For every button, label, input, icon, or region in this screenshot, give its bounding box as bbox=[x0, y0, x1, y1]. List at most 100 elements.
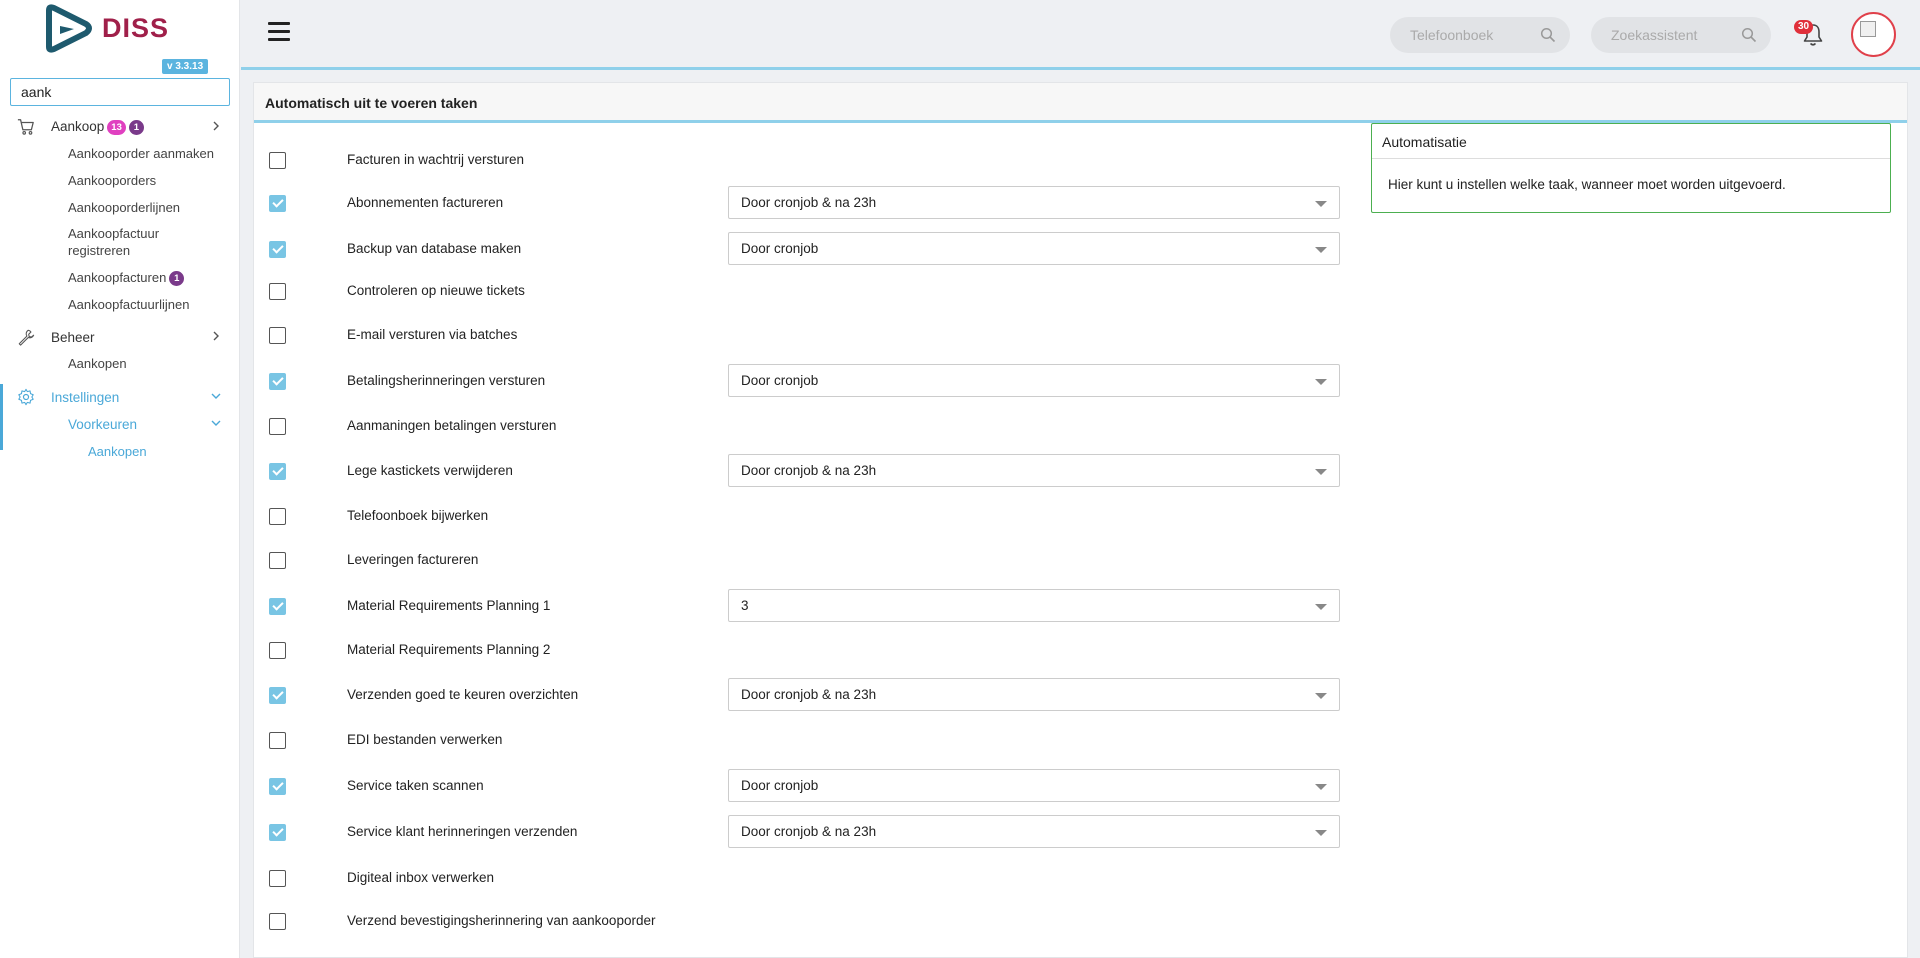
task-row: Lege kastickets verwijderen Door cronjob … bbox=[254, 453, 1354, 489]
menu-item-instellingen[interactable]: Instellingen bbox=[0, 384, 240, 410]
task-checkbox[interactable] bbox=[269, 327, 286, 344]
task-checkbox[interactable] bbox=[269, 913, 286, 930]
schedule-select[interactable]: 3 bbox=[728, 589, 1340, 622]
sidebar-item-aankoopfactuurlijnen[interactable]: Aankoopfactuurlijnen bbox=[68, 296, 189, 313]
schedule-select[interactable]: Door cronjob bbox=[728, 364, 1340, 397]
hamburger-menu-icon[interactable] bbox=[268, 22, 290, 42]
task-row: Material Requirements Planning 1 3 bbox=[254, 588, 1354, 624]
dropdown-arrow-icon bbox=[1315, 247, 1327, 253]
task-checkbox[interactable] bbox=[269, 463, 286, 480]
cart-icon bbox=[17, 119, 34, 135]
sidebar-item-aankoopfacturen[interactable]: Aankoopfacturen 1 bbox=[68, 269, 185, 287]
task-row: Digiteal inbox verwerken bbox=[254, 860, 1354, 896]
avatar[interactable] bbox=[1851, 12, 1896, 57]
schedule-select-value: Door cronjob bbox=[741, 778, 819, 793]
task-checkbox[interactable] bbox=[269, 373, 286, 390]
task-checkbox[interactable] bbox=[269, 870, 286, 887]
task-checkbox[interactable] bbox=[269, 241, 286, 258]
schedule-select-value: Door cronjob & na 23h bbox=[741, 195, 877, 210]
aankoop-label: Aankoop bbox=[51, 119, 105, 135]
dropdown-arrow-icon bbox=[1315, 379, 1327, 385]
task-checkbox[interactable] bbox=[269, 508, 286, 525]
schedule-select-value: Door cronjob bbox=[741, 241, 819, 256]
schedule-select[interactable]: Door cronjob & na 23h bbox=[728, 454, 1340, 487]
task-label: Aanmaningen betalingen versturen bbox=[347, 418, 557, 433]
assistant-search[interactable] bbox=[1591, 17, 1771, 53]
sidebar-item-aankooporderlijnen[interactable]: Aankooporderlijnen bbox=[68, 199, 180, 216]
sidebar-item-voorkeuren[interactable]: Voorkeuren bbox=[17, 411, 240, 437]
phonebook-search[interactable] bbox=[1390, 17, 1570, 53]
beheer-label: Beheer bbox=[51, 329, 95, 345]
task-label: Verzenden goed te keuren overzichten bbox=[347, 687, 579, 702]
schedule-select[interactable]: Door cronjob & na 23h bbox=[728, 815, 1340, 848]
chevron-down-icon bbox=[211, 420, 221, 426]
menu-item-label: Aankoop 13 1 bbox=[51, 119, 144, 135]
task-checkbox[interactable] bbox=[269, 152, 286, 169]
task-checkbox[interactable] bbox=[269, 552, 286, 569]
task-label: Lege kastickets verwijderen bbox=[347, 463, 513, 478]
sidebar-item-label: Aankoopfacturen bbox=[68, 270, 167, 285]
menu-item-aankoop[interactable]: Aankoop 13 1 bbox=[0, 114, 240, 140]
sidebar-item-beheer-aankopen[interactable]: Aankopen bbox=[68, 355, 127, 372]
task-row: Service klant herinneringen verzenden Doo… bbox=[254, 814, 1354, 850]
schedule-select[interactable]: Door cronjob & na 23h bbox=[728, 678, 1340, 711]
task-row: EDI bestanden verwerken bbox=[254, 722, 1354, 758]
assistant-search-input[interactable] bbox=[1611, 27, 1741, 43]
schedule-select[interactable]: Door cronjob & na 23h bbox=[728, 186, 1340, 219]
info-text: Hier kunt u instellen welke taak, wannee… bbox=[1388, 177, 1786, 192]
sidebar-search-input[interactable] bbox=[10, 78, 230, 106]
chevron-right-icon bbox=[213, 331, 219, 341]
sidebar-item-voorkeuren-aankopen[interactable]: Aankopen bbox=[88, 443, 147, 460]
chevron-right-icon bbox=[213, 121, 219, 131]
task-checkbox[interactable] bbox=[269, 778, 286, 795]
menu-item-beheer[interactable]: Beheer bbox=[0, 324, 240, 350]
task-label: Service taken scannen bbox=[347, 778, 484, 793]
task-row: Facturen in wachtrij versturen bbox=[254, 142, 1354, 178]
dropdown-arrow-icon bbox=[1315, 784, 1327, 790]
count-badge: 13 bbox=[107, 119, 126, 135]
schedule-select-value: Door cronjob & na 23h bbox=[741, 687, 877, 702]
sidebar-item-aankoopfactuur-registreren[interactable]: Aankoopfactuur registreren bbox=[68, 225, 188, 259]
info-title: Automatisatie bbox=[1372, 124, 1890, 159]
task-row: Verzenden goed te keuren overzichten Door… bbox=[254, 677, 1354, 713]
task-label: E-mail versturen via batches bbox=[347, 327, 518, 342]
panel-header: Automatisch uit te voeren taken bbox=[254, 83, 1907, 123]
dropdown-arrow-icon bbox=[1315, 469, 1327, 475]
task-label: Backup van database maken bbox=[347, 241, 522, 256]
task-checkbox[interactable] bbox=[269, 732, 286, 749]
dropdown-arrow-icon bbox=[1315, 201, 1327, 207]
search-icon[interactable] bbox=[1741, 27, 1757, 43]
task-label: Leveringen factureren bbox=[347, 552, 479, 567]
task-checkbox[interactable] bbox=[269, 824, 286, 841]
sidebar-item-aankooporder-aanmaken[interactable]: Aankooporder aanmaken bbox=[68, 145, 214, 162]
task-label: Service klant herinneringen verzenden bbox=[347, 824, 578, 839]
chevron-down-icon bbox=[211, 393, 221, 399]
dropdown-arrow-icon bbox=[1315, 830, 1327, 836]
svg-text:DISS: DISS bbox=[102, 13, 169, 43]
task-checkbox[interactable] bbox=[269, 418, 286, 435]
sidebar-item-aankooporders[interactable]: Aankooporders bbox=[68, 172, 156, 189]
schedule-select[interactable]: Door cronjob bbox=[728, 232, 1340, 265]
schedule-select[interactable]: Door cronjob bbox=[728, 769, 1340, 802]
task-checkbox[interactable] bbox=[269, 687, 286, 704]
task-checkbox[interactable] bbox=[269, 598, 286, 615]
task-row: Aanmaningen betalingen versturen bbox=[254, 408, 1354, 444]
phonebook-search-input[interactable] bbox=[1410, 27, 1540, 43]
task-row: Verzend bevestigingsherinnering van aank… bbox=[254, 903, 1354, 939]
dropdown-arrow-icon bbox=[1315, 604, 1327, 610]
task-row: Telefoonboek bijwerken bbox=[254, 498, 1354, 534]
gear-icon bbox=[18, 388, 34, 406]
task-checkbox[interactable] bbox=[269, 642, 286, 659]
schedule-select-value: Door cronjob & na 23h bbox=[741, 824, 877, 839]
search-icon[interactable] bbox=[1540, 27, 1556, 43]
top-header: 30 bbox=[241, 0, 1920, 70]
task-checkbox[interactable] bbox=[269, 195, 286, 212]
task-row: Leveringen factureren bbox=[254, 542, 1354, 578]
task-row: Abonnementen factureren Door cronjob & na… bbox=[254, 185, 1354, 221]
notification-badge: 30 bbox=[1794, 20, 1814, 34]
task-label: Material Requirements Planning 1 bbox=[347, 598, 551, 613]
task-checkbox[interactable] bbox=[269, 283, 286, 300]
schedule-select-value: 3 bbox=[741, 598, 749, 613]
instellingen-label: Instellingen bbox=[51, 389, 120, 405]
diss-logo[interactable]: DISS bbox=[46, 4, 206, 54]
